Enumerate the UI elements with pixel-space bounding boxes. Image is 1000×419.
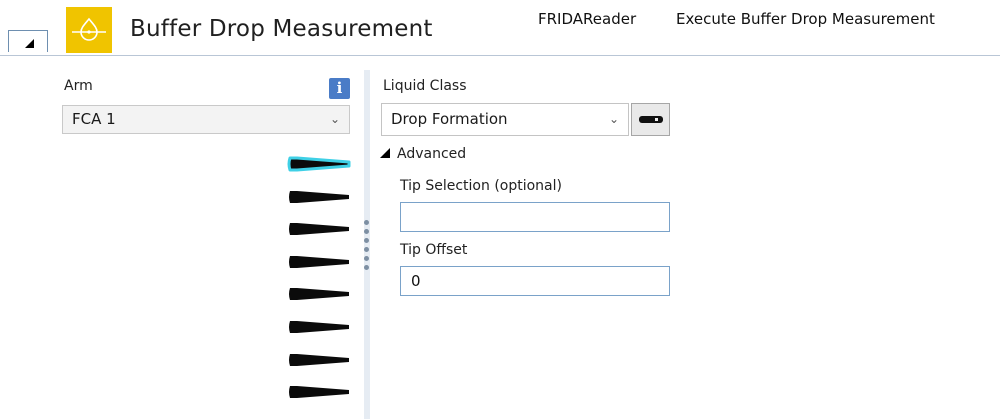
tip-selection-label: Tip Selection (optional)	[400, 178, 562, 194]
header-divider	[0, 55, 1000, 56]
grip-dot	[364, 238, 369, 243]
breadcrumb-execute-buffer-drop[interactable]: Execute Buffer Drop Measurement	[676, 10, 935, 28]
grip-dot	[364, 256, 369, 261]
collapse-panel-button[interactable]	[8, 30, 48, 52]
arm-select-value: FCA 1	[72, 110, 116, 128]
tip-1[interactable]	[287, 155, 351, 173]
info-icon[interactable]: i	[329, 78, 350, 99]
triangle-collapse-icon	[25, 39, 34, 48]
tip-offset-label: Tip Offset	[400, 242, 468, 258]
liquid-class-button-icon-dot	[655, 118, 658, 121]
tip-6[interactable]	[287, 318, 351, 336]
grip-dot	[364, 265, 369, 270]
chevron-down-icon: ⌄	[329, 112, 340, 126]
page-title: Buffer Drop Measurement	[130, 16, 433, 42]
splitter-grip-icon[interactable]	[363, 220, 371, 272]
tip-8[interactable]	[287, 383, 351, 401]
tip-4[interactable]	[287, 253, 351, 271]
tip-2[interactable]	[287, 188, 351, 206]
tip-7[interactable]	[287, 351, 351, 369]
buffer-drop-measurement-page: Buffer Drop Measurement FRIDAReader Exec…	[0, 0, 1000, 419]
advanced-label: Advanced	[397, 146, 467, 162]
liquid-class-select[interactable]: Drop Formation ⌄	[381, 103, 629, 136]
tip-5[interactable]	[287, 285, 351, 303]
liquid-class-edit-button[interactable]	[631, 103, 670, 136]
tip-offset-input[interactable]	[400, 266, 670, 296]
grip-dot	[364, 229, 369, 234]
grip-dot	[364, 220, 369, 225]
liquid-class-value: Drop Formation	[391, 110, 508, 128]
grip-dot	[364, 247, 369, 252]
triangle-expand-icon	[380, 148, 390, 158]
breadcrumb-fridareader[interactable]: FRIDAReader	[538, 10, 636, 28]
chevron-down-icon: ⌄	[608, 112, 619, 126]
liquid-class-label: Liquid Class	[383, 78, 467, 94]
arm-select[interactable]: FCA 1 ⌄	[62, 105, 350, 134]
pipette-drop-icon	[66, 7, 112, 53]
tip-3[interactable]	[287, 220, 351, 238]
liquid-class-button-icon	[639, 116, 663, 123]
arm-label: Arm	[64, 78, 93, 94]
tip-selection-input[interactable]	[400, 202, 670, 232]
